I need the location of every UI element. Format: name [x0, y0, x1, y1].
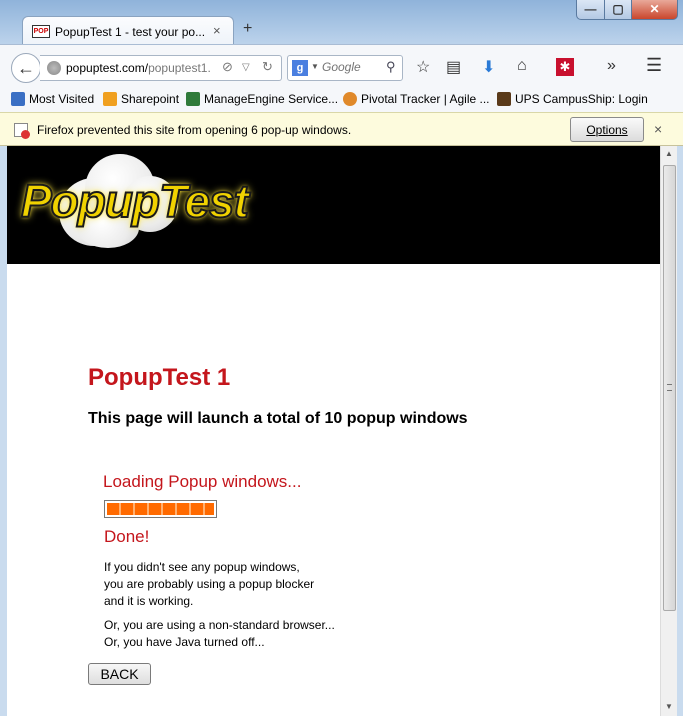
scroll-up-icon[interactable]: ▲	[665, 149, 673, 158]
blocker-explanation: If you didn't see any popup windows, you…	[104, 559, 314, 610]
lastpass-icon[interactable]: ✱	[556, 58, 574, 76]
tab-close-icon[interactable]: ×	[213, 23, 221, 38]
text-line: If you didn't see any popup windows,	[104, 560, 300, 574]
page-subtitle: This page will launch a total of 10 popu…	[88, 410, 468, 427]
alternative-explanation: Or, you are using a non-standard browser…	[104, 617, 335, 651]
close-icon: ✕	[649, 2, 660, 16]
ups-icon	[497, 92, 511, 106]
search-bar[interactable]: g ▼ ⚲	[287, 55, 403, 81]
close-window-button[interactable]: ✕	[631, 0, 678, 20]
text-line: and it is working.	[104, 594, 194, 608]
tab-title: PopupTest 1 - test your po...	[55, 25, 206, 39]
bookmark-pivotal-tracker[interactable]: Pivotal Tracker | Agile ...	[343, 92, 490, 106]
reload-icon[interactable]: ↻	[262, 59, 273, 75]
grip-icon	[667, 384, 672, 391]
loading-text: Loading Popup windows...	[103, 472, 302, 491]
site-logo: PopupTest	[20, 174, 250, 228]
page-title: PopupTest 1	[88, 364, 231, 391]
page-content: PopupTest PopupTest 1 This page will lau…	[7, 146, 660, 716]
bookmarks-menu-icon[interactable]: ▤	[446, 57, 461, 77]
navigation-toolbar: ← popuptest.com/popuptest1. ⊘ ▽ ↻ g ▼ ⚲ …	[0, 44, 683, 88]
tab-popuptest[interactable]: POP PopupTest 1 - test your po... ×	[22, 16, 234, 46]
bookmarks-toolbar: Most Visited Sharepoint ManageEngine Ser…	[0, 88, 683, 112]
title-bar: POP PopupTest 1 - test your po... × + — …	[0, 0, 683, 46]
bookmark-label: Pivotal Tracker | Agile ...	[361, 92, 490, 106]
notification-message: Firefox prevented this site from opening…	[37, 123, 352, 137]
minimize-icon: —	[584, 2, 597, 16]
close-notification-icon[interactable]: ×	[654, 121, 662, 137]
bookmark-ups-campusship[interactable]: UPS CampusShip: Login	[497, 92, 648, 106]
sharepoint-icon	[103, 92, 117, 106]
bookmark-label: Most Visited	[29, 92, 95, 106]
bookmark-sharepoint[interactable]: Sharepoint	[103, 92, 179, 106]
tab-favicon: POP	[32, 25, 50, 38]
scroll-down-icon[interactable]: ▼	[665, 702, 673, 711]
text-line: you are probably using a popup blocker	[104, 577, 315, 591]
bookmark-most-visited[interactable]: Most Visited	[11, 92, 94, 106]
bookmark-label: Sharepoint	[121, 92, 180, 106]
minimize-button[interactable]: —	[576, 0, 605, 20]
menu-icon[interactable]: ☰	[646, 55, 662, 76]
done-text: Done!	[104, 527, 150, 546]
site-banner: PopupTest	[7, 146, 660, 264]
manageengine-icon	[186, 92, 200, 106]
bookmark-manageengine[interactable]: ManageEngine Service...	[186, 92, 338, 106]
url-bar[interactable]: popuptest.com/popuptest1. ⊘ ▽ ↻	[40, 55, 282, 81]
text-line: Or, you have Java turned off...	[104, 635, 265, 649]
pivotal-tracker-icon	[343, 92, 357, 106]
overflow-chevron-icon[interactable]: »	[607, 57, 616, 75]
engine-dropdown-icon[interactable]: ▼	[311, 62, 319, 71]
scrollbar-thumb[interactable]	[663, 165, 676, 611]
home-icon[interactable]: ⌂	[517, 57, 527, 75]
bookmark-star-icon[interactable]: ☆	[416, 57, 430, 77]
most-visited-icon	[11, 92, 25, 106]
back-page-button[interactable]: BACK	[88, 663, 151, 685]
progress-bar	[104, 500, 217, 518]
vertical-scrollbar[interactable]: ▲ ▼	[660, 146, 677, 716]
browser-window: POP PopupTest 1 - test your po... × + — …	[0, 0, 683, 716]
search-icon[interactable]: ⚲	[386, 59, 396, 75]
search-input[interactable]	[322, 60, 382, 74]
progress-fill	[107, 503, 214, 515]
history-dropdown-icon[interactable]: ▽	[242, 62, 250, 73]
popup-blocked-icon[interactable]: ⊘	[222, 59, 233, 75]
url-text[interactable]: popuptest.com/popuptest1.	[66, 61, 216, 75]
bookmark-label: UPS CampusShip: Login	[515, 92, 648, 106]
bookmark-label: ManageEngine Service...	[204, 92, 339, 106]
url-path: popuptest1.	[148, 61, 211, 75]
popup-blocked-notification: Firefox prevented this site from opening…	[0, 112, 683, 146]
options-button[interactable]: Options	[570, 117, 644, 142]
back-button[interactable]: ←	[11, 53, 41, 83]
text-line: Or, you are using a non-standard browser…	[104, 618, 335, 632]
new-tab-icon[interactable]: +	[243, 20, 252, 38]
maximize-button[interactable]: ▢	[604, 0, 632, 20]
globe-icon	[47, 61, 61, 75]
google-icon[interactable]: g	[292, 60, 308, 76]
downloads-icon[interactable]: ⬇	[482, 57, 495, 77]
maximize-icon: ▢	[612, 2, 624, 16]
url-host: popuptest.com/	[66, 61, 149, 75]
popup-blocked-icon	[14, 123, 30, 139]
